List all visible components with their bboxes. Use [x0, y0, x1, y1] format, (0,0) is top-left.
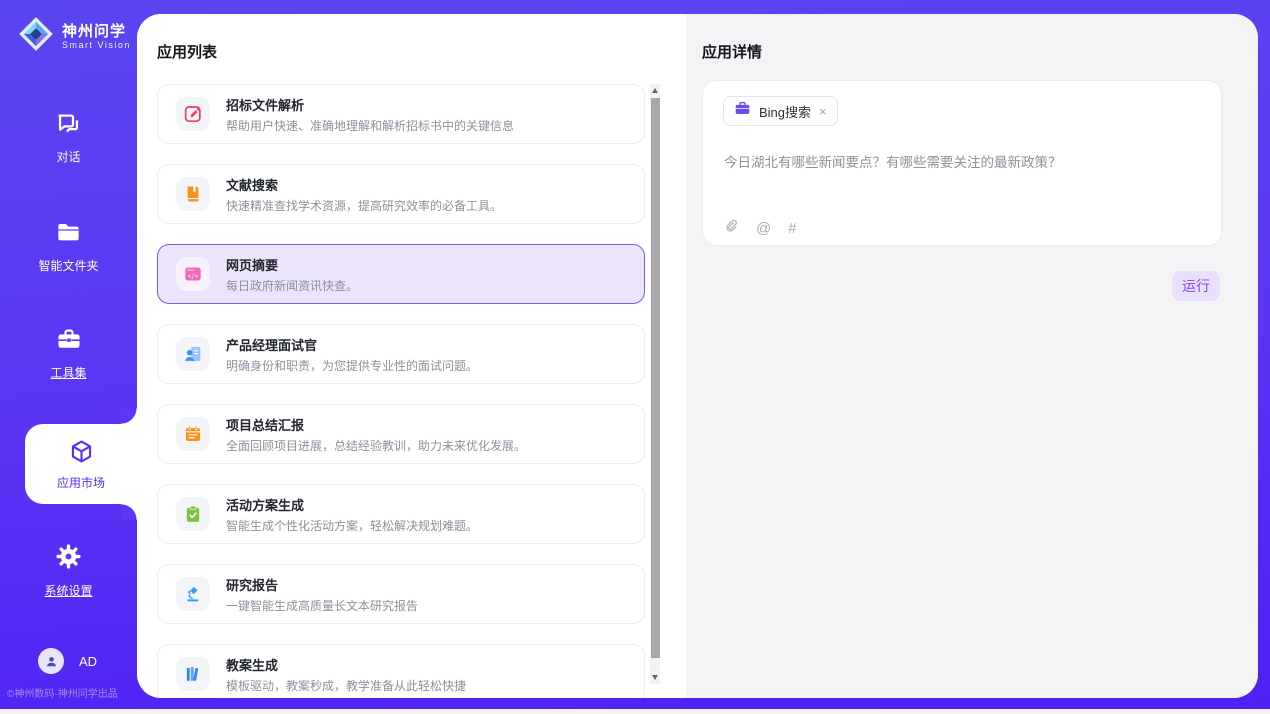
app-card-desc: 一键智能生成高质量长文本研究报告 — [226, 597, 418, 614]
sidebar-item-smart-folder[interactable]: 智能文件夹 — [0, 219, 137, 274]
sidebar-item-label: 智能文件夹 — [38, 257, 98, 274]
bottom-strip — [0, 709, 1270, 714]
app-card-desc: 智能生成个性化活动方案，轻松解决规划难题。 — [226, 517, 478, 534]
book-icon — [176, 177, 210, 211]
tool-tag-label: Bing搜索 — [759, 102, 811, 121]
app-card-desc: 明确身份和职责，为您提供专业性的面试问题。 — [226, 357, 478, 374]
app-detail-title: 应用详情 — [702, 41, 762, 62]
app-card-web-summary[interactable]: </> 网页摘要 每日政府新闻资讯快查。 — [157, 244, 645, 304]
brand-subtitle: Smart Vision — [62, 40, 131, 50]
main-panel: 应用列表 招标文件解析 帮助用户快速、准确地理解和解析招标书中的关键信息 — [137, 14, 1258, 698]
calendar-icon — [176, 417, 210, 451]
gear-icon — [54, 542, 83, 574]
interviewer-icon — [176, 337, 210, 371]
svg-text:</>: </> — [188, 274, 199, 280]
sidebar-item-chat[interactable]: 对话 — [0, 110, 137, 165]
tool-tag-bing-search[interactable]: Bing搜索 × — [723, 96, 838, 126]
sidebar-item-label: 工具集 — [50, 364, 86, 381]
app-card-desc: 帮助用户快速、准确地理解和解析招标书中的关键信息 — [226, 117, 514, 134]
app-card-desc: 快速精准查找学术资源，提高研究效率的必备工具。 — [226, 197, 502, 214]
edit-doc-icon — [176, 97, 210, 131]
app-card-title: 文献搜索 — [226, 175, 502, 194]
app-card-title: 招标文件解析 — [226, 95, 514, 114]
copyright-text: ©神州数码·神州问学出品 — [7, 685, 118, 700]
app-card-desc: 模板驱动，教案秒成，教学准备从此轻松快捷 — [226, 677, 466, 694]
app-card-title: 项目总结汇报 — [226, 415, 526, 434]
brand-name: 神州问学 — [62, 23, 131, 40]
paperclip-icon[interactable] — [723, 218, 739, 238]
sidebar-item-label: 应用市场 — [57, 474, 105, 491]
app-card-pm-interviewer[interactable]: 产品经理面试官 明确身份和职责，为您提供专业性的面试问题。 — [157, 324, 645, 384]
run-button[interactable]: 运行 — [1172, 271, 1220, 301]
user-profile[interactable]: AD — [38, 648, 97, 674]
clipboard-check-icon — [176, 497, 210, 531]
briefcase-icon — [734, 100, 751, 122]
tab-curve-top — [121, 408, 137, 424]
app-list-title: 应用列表 — [157, 41, 217, 62]
brand-logo: 神州问学 Smart Vision — [17, 15, 131, 58]
web-code-icon: </> — [176, 257, 210, 291]
app-card-desc: 全面回顾项目进展，总结经验教训，助力未来优化发展。 — [226, 437, 526, 454]
chat-icon — [55, 110, 82, 140]
books-icon — [176, 657, 210, 691]
app-card-bid-analysis[interactable]: 招标文件解析 帮助用户快速、准确地理解和解析招标书中的关键信息 — [157, 84, 645, 144]
research-icon — [176, 577, 210, 611]
app-detail-pane: 应用详情 Bing搜索 × 今日湖北有哪些新闻要点？有哪些需要关注的最新政策？ — [686, 14, 1258, 698]
prompt-input[interactable]: 今日湖北有哪些新闻要点？有哪些需要关注的最新政策？ — [724, 151, 1194, 171]
app-card-project-summary[interactable]: 项目总结汇报 全面回顾项目进展，总结经验教训，助力未来优化发展。 — [157, 404, 645, 464]
app-card-literature-search[interactable]: 文献搜索 快速精准查找学术资源，提高研究效率的必备工具。 — [157, 164, 645, 224]
app-card-title: 研究报告 — [226, 575, 418, 594]
app-card-title: 产品经理面试官 — [226, 335, 478, 354]
app-card-event-plan[interactable]: 活动方案生成 智能生成个性化活动方案，轻松解决规划难题。 — [157, 484, 645, 544]
avatar — [38, 648, 64, 674]
sidebar-item-toolset[interactable]: 工具集 — [0, 325, 137, 381]
scrollbar-thumb[interactable] — [651, 98, 660, 658]
toolbox-icon — [55, 325, 83, 356]
sidebar-item-label: 对话 — [56, 148, 80, 165]
app-card-title: 活动方案生成 — [226, 495, 478, 514]
at-mention-icon[interactable]: @ — [756, 220, 771, 237]
app-list-pane: 应用列表 招标文件解析 帮助用户快速、准确地理解和解析招标书中的关键信息 — [137, 14, 686, 698]
cube-icon — [68, 438, 95, 468]
diamond-logo-icon — [17, 15, 55, 58]
tab-curve-bottom — [121, 504, 137, 520]
app-list: 招标文件解析 帮助用户快速、准确地理解和解析招标书中的关键信息 文献搜索 快速精… — [157, 84, 645, 698]
sidebar-item-app-market[interactable]: 应用市场 — [25, 424, 137, 504]
folder-icon — [55, 219, 82, 249]
close-icon[interactable]: × — [819, 105, 827, 118]
app-card-title: 教案生成 — [226, 655, 466, 674]
hash-icon[interactable]: # — [788, 220, 796, 237]
list-scrollbar[interactable] — [650, 84, 660, 684]
app-card-desc: 每日政府新闻资讯快查。 — [226, 277, 358, 294]
prompt-card: Bing搜索 × 今日湖北有哪些新闻要点？有哪些需要关注的最新政策？ @ # — [702, 80, 1222, 246]
user-initials: AD — [79, 654, 97, 669]
app-card-lesson-plan[interactable]: 教案生成 模板驱动，教案秒成，教学准备从此轻松快捷 — [157, 644, 645, 698]
sidebar-item-label: 系统设置 — [44, 582, 92, 599]
sidebar: 神州问学 Smart Vision 对话 智能文件夹 — [0, 0, 137, 709]
app-card-title: 网页摘要 — [226, 255, 358, 274]
sidebar-item-settings[interactable]: 系统设置 — [0, 542, 137, 599]
scroll-up-icon[interactable] — [650, 84, 660, 97]
app-card-research-report[interactable]: 研究报告 一键智能生成高质量长文本研究报告 — [157, 564, 645, 624]
scroll-down-icon[interactable] — [650, 671, 660, 684]
attachment-toolbar: @ # — [723, 218, 797, 238]
